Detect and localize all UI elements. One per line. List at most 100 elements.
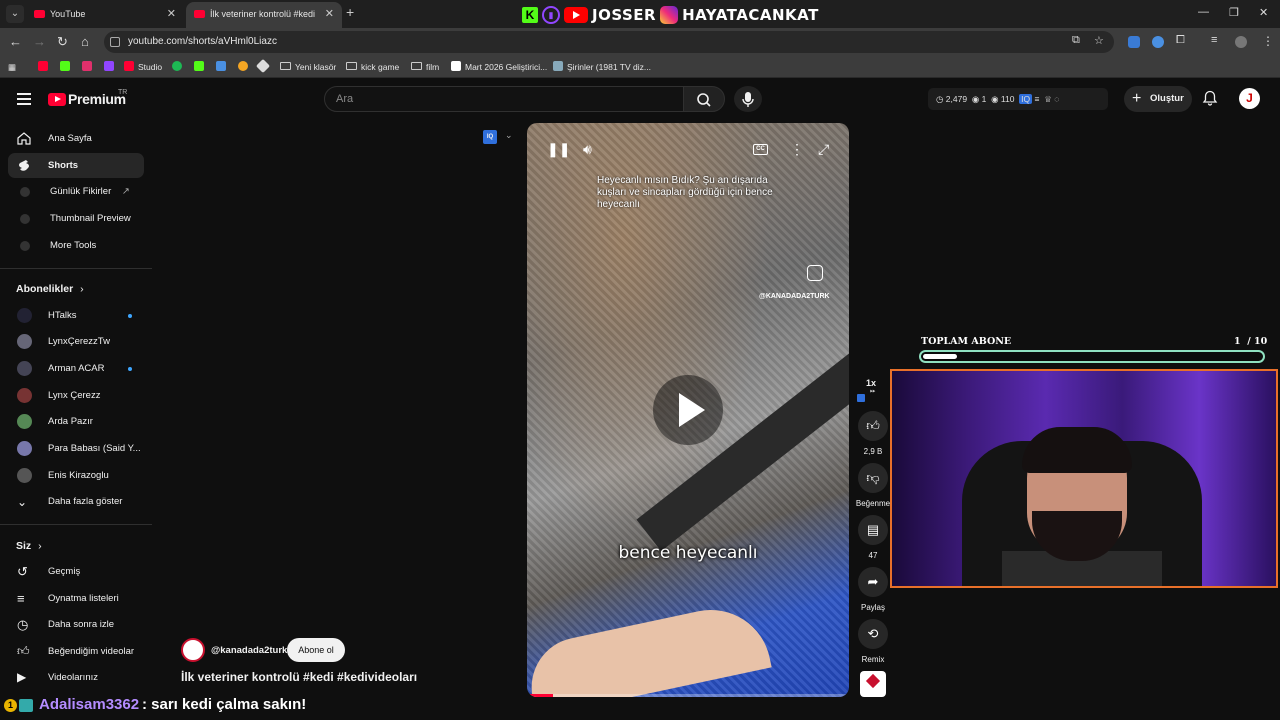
twitch-bookmark-icon[interactable] <box>104 61 114 71</box>
sidebar-item-watch-later[interactable]: ◷ Daha sonra izle <box>8 612 144 637</box>
bookmark-icon[interactable] <box>255 58 271 74</box>
like-button[interactable]: 👍︎ <box>858 411 888 441</box>
close-tab-icon[interactable]: ✕ <box>325 2 334 26</box>
sidebar-sub-item[interactable]: LynxÇerezzTw <box>8 329 144 354</box>
sidebar-item-liked[interactable]: 👍︎ Beğendiğim videolar <box>8 639 144 664</box>
youtube-premium-logo[interactable]: Premium TR <box>48 89 127 107</box>
channel-avatar[interactable] <box>181 638 205 662</box>
pause-icon[interactable]: ❚❚ <box>547 141 570 158</box>
sidebar-item-gunluk-fikirler[interactable]: Günlük Fikirler ↗ <box>8 179 144 204</box>
playback-speed[interactable]: 1x <box>866 378 876 388</box>
search-button[interactable] <box>683 86 725 112</box>
apps-grid-icon[interactable]: ▦ <box>8 60 16 74</box>
search-input[interactable]: Ara <box>324 86 684 112</box>
back-icon[interactable]: ← <box>9 34 22 49</box>
share-button[interactable]: ➦ <box>858 567 888 597</box>
sidebar-sub-item[interactable]: Enis Kirazoglu <box>8 463 144 488</box>
close-tab-icon[interactable]: ✕ <box>167 2 176 26</box>
sidebar-item-playlists[interactable]: ≡ Oynatma listeleri <box>8 586 144 611</box>
window-close-icon[interactable]: ✕ <box>1259 6 1268 19</box>
new-tab-icon[interactable]: + <box>346 4 354 20</box>
bookmark-mart[interactable]: Mart 2026 Geliştirici... <box>451 60 547 74</box>
video-title[interactable]: İlk veteriner kontrolü #kedi #kedivideol… <box>181 670 417 684</box>
captions-icon[interactable]: CC <box>753 144 768 155</box>
bookmark-studio[interactable]: Studio <box>124 60 162 74</box>
sidebar-sub-item[interactable]: Para Babası (Said Y... <box>8 436 144 461</box>
spotify-bookmark-icon[interactable] <box>172 61 182 71</box>
kick-bookmark-icon[interactable] <box>194 61 204 71</box>
channel-handle[interactable]: @kanadada2turk <box>211 645 287 656</box>
bookmark-star-icon[interactable]: ☆ <box>1094 34 1104 47</box>
bookmark-folder-kick[interactable]: kick game <box>346 60 399 74</box>
voice-search-button[interactable] <box>734 86 762 112</box>
extension-icon[interactable] <box>1128 36 1140 48</box>
iq-icon[interactable]: IQ <box>1019 94 1033 104</box>
play-icon[interactable] <box>653 375 723 445</box>
remix-label: Remix <box>861 655 885 664</box>
extension-stats-bar[interactable]: ◷ 2,479 ◉ 1 ◉ 110 IQ ≡ ♕ ◌ <box>928 88 1108 110</box>
shorts-video[interactable]: ❚❚ 🔊︎ CC ⋮ ⤢ Heyecanlı mısın Bıdık? Şu a… <box>527 123 849 697</box>
minimize-icon[interactable]: — <box>1198 6 1209 18</box>
home-icon[interactable]: ⌂ <box>81 34 89 49</box>
sidebar-item-shorts[interactable]: Shorts <box>8 153 144 178</box>
subscribe-button[interactable]: Abone ol <box>287 638 345 662</box>
reading-list-icon[interactable]: ≡ <box>1211 34 1217 46</box>
chevron-right-icon: › <box>38 540 42 552</box>
youtube-bookmark-icon[interactable] <box>38 61 48 71</box>
bookmark-folder-film[interactable]: film <box>411 60 439 74</box>
fast-forward-icon[interactable]: ⏩︎ <box>870 388 876 396</box>
bookmark-sirinler[interactable]: Şirinler (1981 TV diz... <box>553 60 651 74</box>
sidebar-sub-item[interactable]: Lynx Çerezz <box>8 383 144 408</box>
list-icon[interactable]: ≡ <box>1035 94 1040 104</box>
twitch-logo-icon: ▮ <box>542 6 560 24</box>
comment-icon: ▤ <box>866 522 880 537</box>
bookmark-icon[interactable] <box>216 61 226 71</box>
eye-icon: ◉ <box>991 94 999 104</box>
volume-icon[interactable]: 🔊︎ <box>583 141 592 158</box>
chat-icon[interactable]: ◌ <box>1054 94 1059 104</box>
bookmark-folder-yeni[interactable]: Yeni klasör <box>280 60 336 74</box>
show-more-button[interactable]: ⌄ Daha fazla göster <box>8 489 144 514</box>
notifications-bell-icon[interactable] <box>1202 90 1218 106</box>
video-progress-bar[interactable] <box>527 694 849 697</box>
tab-search-icon[interactable]: ⌄ <box>6 5 24 23</box>
create-button[interactable]: + Oluştur <box>1124 86 1192 112</box>
tab-shorts-video[interactable]: İlk veteriner kontrolü #kedi ✕ <box>186 2 342 28</box>
sound-channel-thumbnail[interactable] <box>860 671 886 697</box>
extensions-puzzle-icon[interactable]: ⧠ <box>1176 34 1185 47</box>
iq-extension-icon[interactable] <box>857 394 865 402</box>
dislike-button[interactable]: 👎︎ <box>858 463 888 493</box>
fullscreen-icon[interactable]: ⤢ <box>818 141 829 158</box>
reload-icon[interactable]: ↻ <box>57 34 68 50</box>
you-heading[interactable]: Siz › <box>16 540 42 552</box>
site-info-icon[interactable] <box>110 37 120 47</box>
remix-button[interactable]: ⟲ <box>858 619 888 649</box>
trophy-icon[interactable]: ♕ <box>1044 94 1052 104</box>
address-bar[interactable]: youtube.com/shorts/aVHml0Liazc <box>104 31 1114 53</box>
subscriptions-heading[interactable]: Abonelikler › <box>16 283 84 295</box>
profile-icon[interactable] <box>1235 36 1247 48</box>
restore-icon[interactable]: ❐ <box>1229 6 1239 19</box>
comments-button[interactable]: ▤ <box>858 515 888 545</box>
instagram-bookmark-icon[interactable] <box>82 61 92 71</box>
extension-icon[interactable] <box>1152 36 1164 48</box>
sidebar-item-home[interactable]: Ana Sayfa <box>8 126 144 151</box>
chevron-down-icon[interactable]: ⌄ <box>505 130 513 141</box>
sidebar-item-history[interactable]: ↺ Geçmiş <box>8 559 144 584</box>
browser-menu-icon[interactable]: ⋮ <box>1262 34 1274 48</box>
sidebar-item-more-tools[interactable]: More Tools <box>8 233 144 258</box>
bookmark-icon[interactable] <box>238 61 248 71</box>
account-avatar[interactable]: J <box>1239 88 1260 109</box>
install-app-icon[interactable]: ⧉ <box>1072 34 1080 47</box>
more-options-icon[interactable]: ⋮ <box>790 141 804 158</box>
forward-icon[interactable]: → <box>33 34 46 49</box>
sidebar-item-thumbnail-preview[interactable]: Thumbnail Preview <box>8 206 144 231</box>
menu-icon[interactable] <box>17 93 31 105</box>
sidebar-sub-item[interactable]: Arman ACAR <box>8 356 144 381</box>
sidebar-sub-item[interactable]: HTalks <box>8 303 144 328</box>
tab-youtube[interactable]: YouTube ✕ <box>26 2 184 28</box>
kick-bookmark-icon[interactable] <box>60 61 70 71</box>
sidebar-sub-item[interactable]: Arda Pazır <box>8 409 144 434</box>
sidebar-item-your-videos[interactable]: ▶ Videolarınız <box>8 665 144 690</box>
iq-extension-icon[interactable]: IQ <box>483 130 497 144</box>
